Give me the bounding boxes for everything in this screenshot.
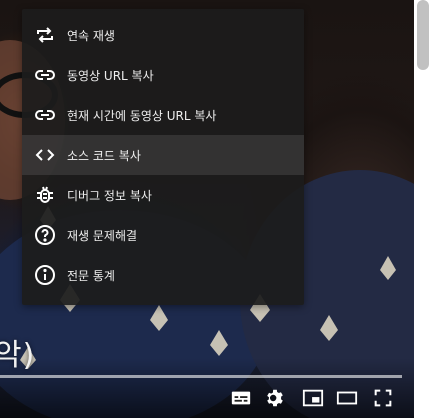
menu-item-label: 현재 시간에 동영상 URL 복사 — [67, 108, 217, 123]
help-icon — [33, 223, 57, 247]
video-player[interactable]: 악) 연속 재생 동영상 URL 복사 현재 시간에 동영상 URL 복사 소스… — [0, 0, 414, 418]
loop-icon — [33, 23, 57, 47]
menu-item-copy-video-url[interactable]: 동영상 URL 복사 — [22, 55, 304, 95]
context-menu: 연속 재생 동영상 URL 복사 현재 시간에 동영상 URL 복사 소스 코드… — [22, 9, 304, 305]
page-scrollbar-thumb[interactable] — [417, 0, 429, 70]
menu-item-label: 소스 코드 복사 — [67, 148, 141, 163]
menu-item-troubleshoot-playback[interactable]: 재생 문제해결 — [22, 215, 304, 255]
menu-item-copy-url-at-time[interactable]: 현재 시간에 동영상 URL 복사 — [22, 95, 304, 135]
caption-text: 악) — [0, 338, 36, 373]
link-icon — [33, 63, 57, 87]
gear-icon[interactable] — [263, 386, 287, 410]
link-icon — [33, 103, 57, 127]
menu-item-label: 연속 재생 — [67, 28, 115, 43]
menu-item-label: 동영상 URL 복사 — [67, 68, 154, 83]
menu-item-label: 전문 통계 — [67, 268, 115, 283]
theater-mode-icon[interactable] — [335, 386, 359, 410]
menu-item-label: 재생 문제해결 — [67, 228, 138, 243]
player-controls — [0, 380, 414, 412]
miniplayer-icon[interactable] — [301, 386, 325, 410]
progress-buffered — [0, 375, 402, 378]
code-icon — [33, 143, 57, 167]
fullscreen-icon[interactable] — [371, 386, 395, 410]
menu-item-copy-debug-info[interactable]: 디버그 정보 복사 — [22, 175, 304, 215]
menu-item-copy-embed-code[interactable]: 소스 코드 복사 — [22, 135, 304, 175]
progress-bar[interactable] — [0, 375, 402, 378]
menu-item-label: 디버그 정보 복사 — [67, 188, 152, 203]
info-icon — [33, 263, 57, 287]
menu-item-stats-for-nerds[interactable]: 전문 통계 — [22, 255, 304, 295]
subtitles-icon[interactable] — [229, 386, 253, 410]
bug-icon — [33, 183, 57, 207]
menu-item-loop[interactable]: 연속 재생 — [22, 15, 304, 55]
